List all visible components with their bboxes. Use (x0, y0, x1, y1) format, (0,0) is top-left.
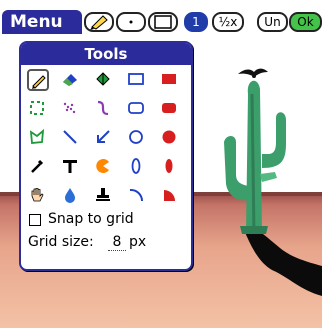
grid-size-label: Grid size: (28, 234, 94, 250)
top-toolbar: Menu 1 ½x Un Ok (0, 0, 322, 34)
rectangle-outline-icon (128, 73, 144, 85)
pencil-tool-button[interactable] (84, 12, 114, 32)
stamp-icon (96, 188, 110, 201)
tools-panel-title: Tools (21, 43, 191, 65)
grid-size-field[interactable]: 8 (108, 234, 126, 251)
snap-to-grid-row: Snap to grid (28, 211, 188, 231)
rounded-rect-outline-icon (128, 102, 144, 114)
eyedropper-icon (31, 159, 44, 173)
arrow-icon (97, 130, 110, 143)
ellipse-outline-icon (131, 158, 141, 174)
line-tool[interactable] (60, 127, 82, 149)
quarter-pie-tool[interactable] (159, 185, 181, 207)
fill-bucket-icon (96, 72, 110, 86)
rectangle-filled-tool[interactable] (159, 69, 181, 91)
tools-panel: Tools Snap to grid Grid size: 8 px (19, 41, 193, 271)
curve-tool[interactable] (93, 98, 115, 120)
arc-tool[interactable] (126, 185, 148, 207)
grid-size-row: Grid size: 8 px (28, 234, 188, 254)
circle-filled-icon (162, 130, 176, 144)
rectangle-filled-icon (162, 74, 176, 84)
fill-bucket-tool[interactable] (93, 69, 115, 91)
ellipse-filled-icon (165, 159, 173, 173)
half-zoom-button[interactable]: ½x (212, 12, 244, 32)
lasso-icon (29, 128, 45, 144)
line-icon (63, 130, 77, 144)
marquee-select-tool[interactable] (27, 98, 49, 120)
marquee-select-icon (30, 101, 44, 115)
menu-button[interactable]: Menu (2, 10, 82, 34)
curve-icon (97, 100, 109, 116)
grid-size-unit: px (129, 234, 147, 250)
circle-filled-tool[interactable] (159, 127, 181, 149)
eraser-icon (63, 74, 77, 86)
circle-outline-tool[interactable] (126, 127, 148, 149)
pie-tool[interactable] (93, 156, 115, 178)
spray-tool[interactable] (60, 98, 82, 120)
quarter-pie-icon (164, 190, 175, 201)
arrow-tool[interactable] (93, 127, 115, 149)
circle-outline-icon (129, 130, 143, 144)
ok-button[interactable]: Ok (289, 12, 322, 32)
stamp-tool[interactable] (93, 185, 115, 207)
rounded-rect-outline-tool[interactable] (126, 98, 148, 120)
ellipse-filled-tool[interactable] (159, 156, 181, 178)
rounded-rect-filled-icon (162, 103, 176, 113)
rectangle-icon (154, 15, 172, 29)
hand-pan-tool[interactable] (27, 185, 49, 207)
palm-paint-screen: Menu 1 ½x Un Ok Tools Snap to grid Grid … (0, 0, 322, 328)
layer-1-button[interactable]: 1 (184, 12, 208, 32)
undo-button[interactable]: Un (257, 12, 288, 32)
rectangle-tool-button[interactable] (148, 12, 178, 32)
snap-to-grid-checkbox[interactable] (29, 214, 41, 226)
water-drop-icon (65, 188, 75, 203)
snap-to-grid-label: Snap to grid (48, 211, 134, 227)
pencil-icon (32, 75, 46, 89)
rectangle-outline-tool[interactable] (126, 69, 148, 91)
dot-icon (129, 20, 133, 24)
pencil-tool[interactable] (27, 69, 49, 91)
eyedropper-tool[interactable] (27, 156, 49, 178)
pencil-icon (90, 15, 108, 30)
arc-icon (129, 188, 144, 202)
eraser-tool[interactable] (60, 69, 82, 91)
spray-icon (63, 102, 76, 114)
lasso-tool[interactable] (27, 127, 49, 149)
text-tool-icon (63, 160, 77, 173)
hand-pan-icon (31, 188, 44, 202)
dot-tool-button[interactable] (116, 12, 146, 32)
pie-icon (96, 159, 109, 173)
water-drop-tool[interactable] (60, 185, 82, 207)
text-tool[interactable] (60, 156, 82, 178)
rounded-rect-filled-tool[interactable] (159, 98, 181, 120)
ellipse-outline-tool[interactable] (126, 156, 148, 178)
